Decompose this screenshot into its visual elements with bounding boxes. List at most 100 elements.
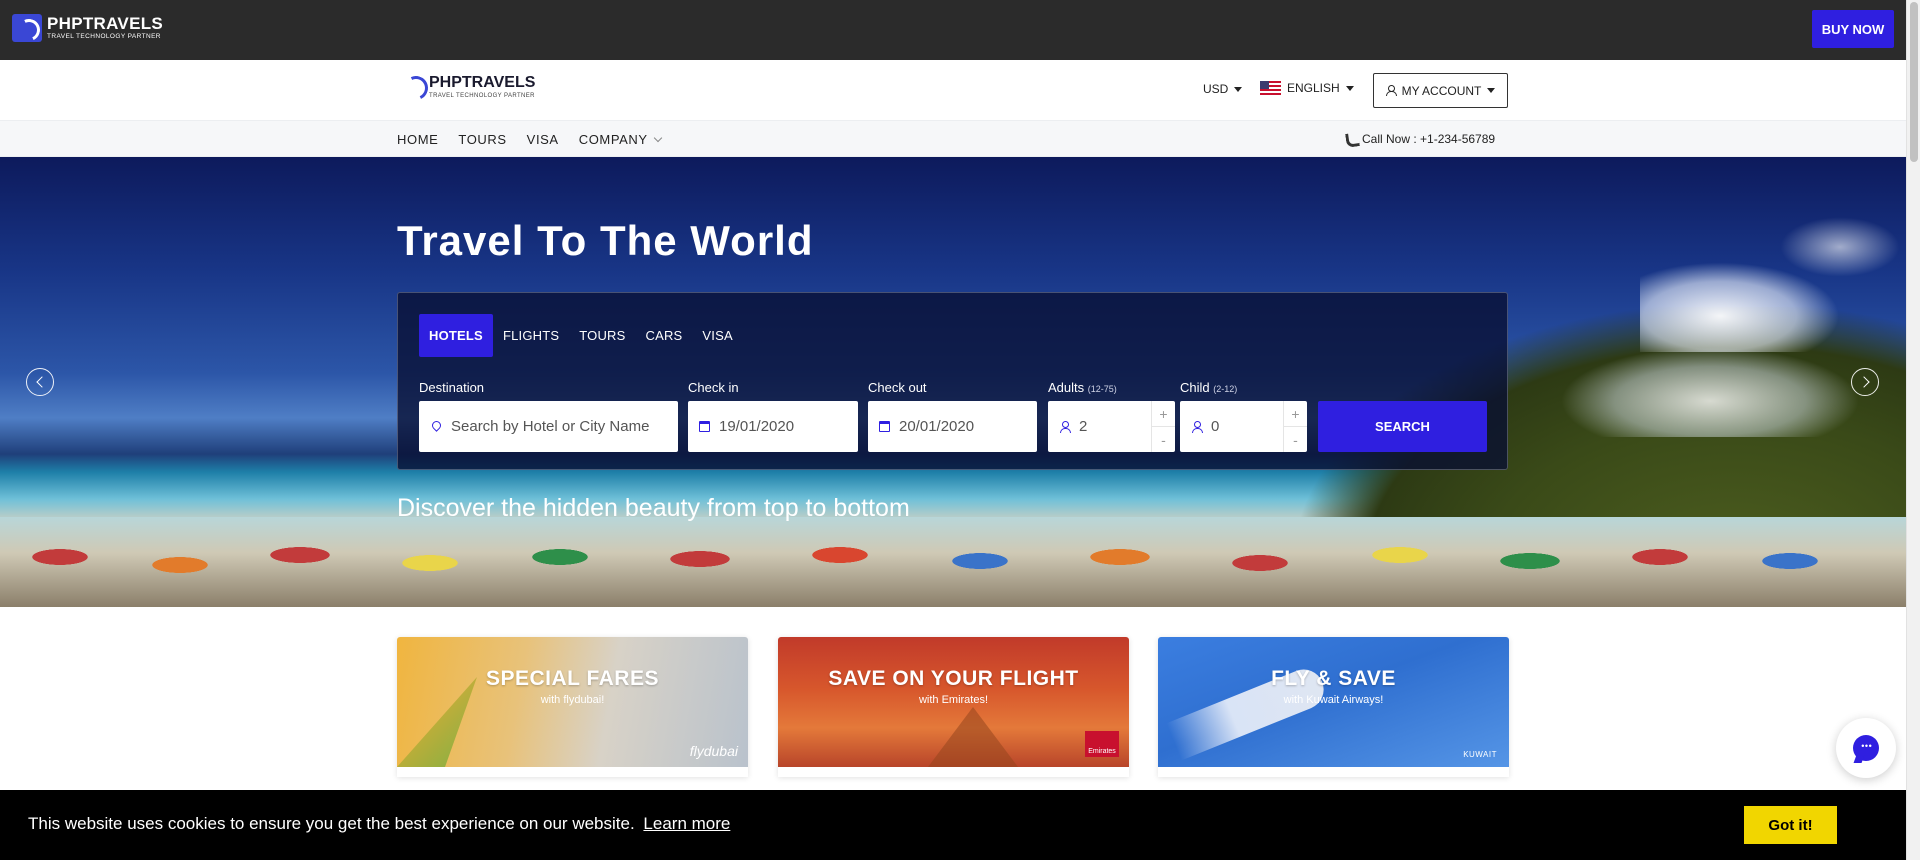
destination-placeholder: Search by Hotel or City Name — [451, 418, 650, 435]
adults-label-text: Adults — [1048, 380, 1085, 395]
language-dropdown[interactable]: ENGLISH — [1260, 81, 1354, 95]
caret-down-icon — [1345, 85, 1354, 91]
promo-title: SPECIAL FARES — [486, 667, 659, 690]
adults-stepper[interactable]: 2 + - — [1048, 401, 1175, 452]
caret-down-icon — [1487, 88, 1496, 93]
pyramid-graphic — [928, 707, 1018, 767]
adults-range: (12-75) — [1087, 384, 1117, 394]
header-logo-tagline: TRAVEL TECHNOLOGY PARTNER — [429, 93, 535, 99]
language-label: ENGLISH — [1287, 81, 1340, 95]
tab-cars[interactable]: CARS — [636, 314, 693, 357]
tab-tours[interactable]: TOURS — [569, 314, 635, 357]
location-pin-icon — [431, 421, 441, 433]
child-stepper[interactable]: 0 + - — [1180, 401, 1307, 452]
child-label-text: Child — [1180, 380, 1210, 395]
buy-now-button[interactable]: BUY NOW — [1812, 10, 1894, 48]
promo-image: SPECIAL FARES with flydubai! flydubai — [397, 637, 748, 767]
child-value: 0 — [1211, 418, 1220, 435]
logo-tagline: TRAVEL TECHNOLOGY PARTNER — [47, 33, 161, 41]
person-icon — [1059, 420, 1071, 433]
promo-subtitle: with Emirates! — [918, 694, 989, 706]
checkin-value: 19/01/2020 — [719, 418, 795, 435]
chevron-left-icon[interactable] — [26, 368, 54, 396]
adults-plus-button[interactable]: + — [1152, 401, 1175, 427]
user-icon — [1385, 85, 1397, 96]
hero-cloud — [1560, 347, 1860, 437]
nav-visa[interactable]: VISA — [527, 132, 559, 147]
search-panel: HOTELS FLIGHTS TOURS CARS VISA Destinati… — [397, 292, 1508, 470]
adults-label: Adults (12-75) — [1048, 380, 1117, 395]
top-bar: PHPTRAVELS TRAVEL TECHNOLOGY PARTNER BUY… — [0, 0, 1906, 60]
kuwait-airways-logo: KUWAIT — [1463, 750, 1497, 759]
child-range: (2-12) — [1213, 384, 1238, 394]
promo-card-emirates[interactable]: SAVE ON YOUR FLIGHT with Emirates! Emira… — [778, 637, 1129, 777]
calendar-icon — [699, 421, 710, 432]
nav-tours[interactable]: TOURS — [458, 132, 506, 147]
hero-title: Travel To The World — [397, 217, 814, 264]
promo-image: FLY & SAVE with Kuwait Airways! KUWAIT — [1158, 637, 1509, 767]
cookie-banner: This website uses cookies to ensure you … — [0, 790, 1906, 860]
tab-flights[interactable]: FLIGHTS — [493, 314, 569, 357]
cookie-message: This website uses cookies to ensure you … — [28, 814, 635, 833]
destination-input[interactable]: Search by Hotel or City Name — [419, 401, 678, 452]
logo-icon — [12, 14, 42, 42]
currency-label: USD — [1203, 82, 1229, 96]
search-tabs: HOTELS FLIGHTS TOURS CARS VISA — [419, 314, 743, 357]
nav-company[interactable]: COMPANY — [578, 132, 662, 147]
promo-subtitle: with Kuwait Airways! — [1283, 694, 1384, 706]
child-label: Child (2-12) — [1180, 380, 1237, 395]
my-account-label: MY ACCOUNT — [1401, 83, 1482, 98]
emirates-logo: Emirates — [1085, 731, 1119, 757]
call-now-text: Call Now : +1-234-56789 — [1362, 132, 1496, 146]
logo-icon — [402, 73, 426, 101]
main-nav: HOME TOURS VISA COMPANY Call Now : +1-23… — [0, 120, 1906, 157]
checkin-label: Check in — [688, 380, 739, 395]
scrollbar-thumb[interactable] — [1910, 2, 1918, 162]
flag-us-icon — [1260, 81, 1281, 95]
child-minus-button[interactable]: - — [1284, 427, 1307, 452]
checkout-input[interactable]: 20/01/2020 — [868, 401, 1037, 452]
person-icon — [1191, 420, 1203, 433]
promo-image: SAVE ON YOUR FLIGHT with Emirates! Emira… — [778, 637, 1129, 767]
phone-icon — [1345, 133, 1357, 145]
nav-home[interactable]: HOME — [397, 132, 438, 147]
hero-slider: Travel To The World HOTELS FLIGHTS TOURS… — [0, 157, 1906, 607]
promo-title: SAVE ON YOUR FLIGHT — [828, 667, 1079, 690]
call-now[interactable]: Call Now : +1-234-56789 — [1345, 132, 1495, 146]
tab-hotels[interactable]: HOTELS — [419, 314, 493, 357]
checkout-label: Check out — [868, 380, 927, 395]
promo-subtitle: with flydubai! — [540, 694, 605, 706]
destination-label: Destination — [419, 380, 485, 395]
header-logo-name: PHPTRAVELS — [429, 74, 536, 91]
got-it-button[interactable]: Got it! — [1744, 806, 1837, 844]
nav-company-label: COMPANY — [578, 132, 648, 147]
learn-more-link[interactable]: Learn more — [643, 814, 730, 833]
page-scrollbar[interactable] — [1906, 0, 1920, 860]
header-logo[interactable]: PHPTRAVELS TRAVEL TECHNOLOGY PARTNER — [402, 73, 535, 101]
chat-icon — [1853, 735, 1879, 761]
promo-card-kuwait[interactable]: FLY & SAVE with Kuwait Airways! KUWAIT — [1158, 637, 1509, 777]
my-account-button[interactable]: MY ACCOUNT — [1373, 73, 1508, 108]
hero-subtitle: Discover the hidden beauty from top to b… — [397, 494, 910, 522]
checkout-value: 20/01/2020 — [899, 418, 975, 435]
caret-down-icon — [1234, 86, 1243, 92]
search-button[interactable]: SEARCH — [1318, 401, 1487, 452]
checkin-input[interactable]: 19/01/2020 — [688, 401, 858, 452]
chevron-right-icon[interactable] — [1851, 368, 1879, 396]
logo-name: PHPTRAVELS — [47, 14, 164, 34]
adults-minus-button[interactable]: - — [1152, 427, 1175, 452]
adults-value: 2 — [1079, 418, 1088, 435]
currency-dropdown[interactable]: USD — [1203, 82, 1243, 96]
child-plus-button[interactable]: + — [1284, 401, 1307, 427]
hero-cloud — [1780, 217, 1900, 277]
chat-button[interactable] — [1836, 718, 1896, 778]
site-header: PHPTRAVELS TRAVEL TECHNOLOGY PARTNER USD… — [0, 60, 1906, 120]
tab-visa[interactable]: VISA — [692, 314, 742, 357]
promo-card-flydubai[interactable]: SPECIAL FARES with flydubai! flydubai — [397, 637, 748, 777]
promo-title: FLY & SAVE — [1271, 667, 1396, 690]
top-logo[interactable]: PHPTRAVELS TRAVEL TECHNOLOGY PARTNER — [12, 14, 163, 42]
hero-umbrellas — [0, 547, 1906, 607]
chevron-down-icon — [653, 133, 662, 143]
calendar-icon — [879, 421, 890, 432]
flydubai-logo: flydubai — [689, 743, 738, 759]
